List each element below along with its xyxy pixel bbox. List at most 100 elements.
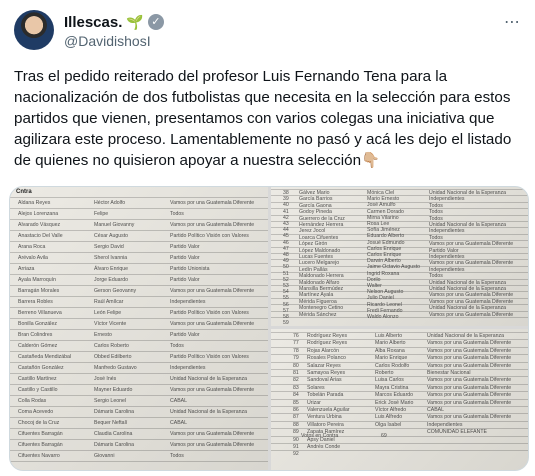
photo1-header: Cntra <box>16 189 32 195</box>
photo2.numbers-entry: 58 <box>283 314 289 320</box>
photo2.names-entry: Maldonado Alfaro <box>299 279 340 286</box>
photo3.parties-entry: Vamos por una Guatemala Diferente <box>427 377 512 384</box>
table-rule <box>10 406 268 407</box>
author-name-row[interactable]: Illescas. 🌱 ✓ <box>64 12 164 32</box>
photo2.numbers-entry: 47 <box>283 245 289 252</box>
table-rule <box>10 318 268 319</box>
photo1.names-entry: Castillo y Castillo <box>18 387 58 393</box>
photo1.parties-entry: Unidad Nacional de la Esperanza <box>170 409 247 415</box>
photo1.firsts-entry: Manuel Giovanny <box>94 222 135 228</box>
photo2.numbers-entry: 41 <box>283 208 289 215</box>
photo2.names-entry: Guerrero de la Cruz <box>299 215 345 222</box>
photo2.firsts-entry: Josué Edmundo <box>367 239 405 246</box>
photo3.names-entry: Urizar <box>307 399 321 406</box>
photo2.numbers-entry: 49 <box>283 258 289 265</box>
photo3.parties-entry: Vamos por una Guatemala Diferente <box>427 362 512 369</box>
photo1.names-entry: Colla Rodas <box>18 398 47 404</box>
photo3.parties-entry: Vamos por una Guatemala Diferente <box>427 399 512 406</box>
photo1.firsts-entry: Sergio David <box>94 244 124 250</box>
photo-list-1[interactable]: Cntra Aldana Reyes Alejos Lorenzana Alvara… <box>10 187 268 470</box>
photo1.firsts-entry: Sergio Leonel <box>94 398 127 404</box>
photo2.firsts-entry: Carlos Enrique <box>367 252 402 258</box>
photo2.parties-entry: Unidad Nacional de la Esperanza <box>429 286 506 292</box>
photo1.firsts-entry: Raúl Amílcar <box>94 299 124 305</box>
author-name[interactable]: Illescas. <box>64 14 122 31</box>
photo1.parties-entry: Vamos por una Guatemala Diferente <box>170 431 255 437</box>
photo3-footer-count: 69 <box>381 433 387 439</box>
photo3.parties-entry: Vamos por una Guatemala Diferente <box>427 347 512 354</box>
photo-list-3[interactable]: 76 77 78 79 80 81 82 83 84 85 86 87 88 89 90 91 92 Rodríg… <box>271 329 528 470</box>
photo1.names-entry: Bran Colindres <box>18 332 53 338</box>
photo2.parties-entry: Partido Valor <box>429 247 459 254</box>
photo2.firsts-entry: Eduardo Alberto <box>367 233 405 240</box>
photo1.parties-entry: Partido Político Visión con Valores <box>170 310 249 316</box>
table-rule <box>10 197 268 198</box>
photo2.firsts-entry: Jaime Octavio Augusto <box>367 264 421 271</box>
photo2.firsts-entry: José Arnulfo <box>367 202 396 209</box>
tweet-media-grid[interactable]: Cntra Aldana Reyes Alejos Lorenzana Alvara… <box>9 186 529 471</box>
photo2.parties-entry: Vamos por una Guatemala Diferente <box>429 292 514 299</box>
photo2.firsts-entry: Sofía Jiménez <box>367 227 400 234</box>
photo3.names-entry: Sandoval Arias <box>307 377 342 384</box>
photo1.firsts-entry: Álvaro Enrique <box>94 266 129 272</box>
photo1.parties-entry: Partido Valor <box>170 255 200 261</box>
photo1.firsts-entry: José Inés <box>94 376 117 382</box>
photo2.firsts-entry: Darwin Alberto <box>367 258 401 265</box>
table-rule <box>10 230 268 231</box>
photo1.names-entry: Anastacio Del Valle <box>18 233 63 239</box>
photo2.parties-entry: Unidad Nacional de la Esperanza <box>429 222 506 228</box>
photo1.firsts-entry: León Felipe <box>94 310 122 316</box>
photo1.names-entry: Arévalo Avila <box>18 255 48 261</box>
photo3.firsts-entry: Víctor Alfredo <box>375 407 407 413</box>
photo2.firsts-entry: Fredi Fernando <box>367 307 403 314</box>
photo3.names-entry: Rosales Polanco <box>307 355 346 362</box>
photo2.names-entry: García Gaona <box>299 202 332 209</box>
table-rule <box>10 296 268 297</box>
photo2.firsts-entry: Mónica Clel <box>367 190 395 196</box>
table-rule <box>271 450 528 452</box>
photo-list-2[interactable]: 38 39 40 41 42 43 44 45 46 47 48 49 50 51 52 53 54 55 56 57… <box>271 187 528 326</box>
photo3.numbers-entry: 82 <box>293 377 299 384</box>
photo1.firsts-entry: Obbed Edilberto <box>94 354 132 360</box>
photo1.firsts-entry: Giovanni <box>94 453 115 459</box>
photo2.parties-entry: Unidad Nacional de la Esperanza <box>429 305 506 312</box>
photo2.firsts-entry: Mario Ernesto <box>367 196 400 203</box>
photo1.parties-entry: Partido Unionista <box>170 266 210 272</box>
table-rule <box>10 329 268 330</box>
photo2.parties-entry: Todos <box>429 209 443 216</box>
photo2.firsts-entry: Waldo Alonzo <box>367 314 399 320</box>
photo2.names-entry: Godoy Pineda <box>299 209 332 216</box>
photo2.parties-entry: Todos <box>429 202 443 209</box>
photo2.names-entry: García Barrios <box>299 196 333 203</box>
author-avatar[interactable] <box>14 10 54 50</box>
table-rule <box>10 373 268 374</box>
photo2.parties-entry: Independientes <box>429 266 465 273</box>
photo1.names-entry: Ayala Marroquín <box>18 277 56 283</box>
tweet-header: Illescas. 🌱 ✓ @DavidishosI ⋯ <box>14 8 521 54</box>
photo3.names-entry: Villatoro Pereira <box>307 421 344 428</box>
photo3.names-entry: Ventura Urbina <box>307 414 342 421</box>
more-options-icon[interactable]: ⋯ <box>504 12 521 32</box>
photo1.names-entry: Barragán Morales <box>18 288 60 294</box>
photo2.names-entry: Ledín Pallás <box>299 266 328 273</box>
photo2.firsts-entry: Dorilo <box>367 276 381 283</box>
photo3.numbers-entry: 81 <box>293 370 299 376</box>
photo3.numbers-entry: 89 <box>293 429 299 436</box>
photo3.firsts-entry: Mario Enrique <box>375 355 408 362</box>
photo2.firsts-entry: Rosa Lee <box>367 221 390 227</box>
author-handle[interactable]: @DavidishosI <box>64 33 151 49</box>
table-rule <box>10 252 268 253</box>
photo3.names-entry: Rodríguez Reyes <box>307 340 348 347</box>
tweet-text: Tras el pedido reiterado del profesor Lu… <box>14 68 516 169</box>
photo1.parties-entry: Partido Valor <box>170 277 200 283</box>
photo1.parties-entry: Todos <box>170 453 184 459</box>
photo2.firsts-entry: Ingrid Roxana <box>367 270 400 277</box>
photo2.parties-entry: Unidad Nacional de la Esperanza <box>429 279 506 286</box>
photo1.firsts-entry: César Augusto <box>94 233 129 239</box>
photo2.parties-entry: Independientes <box>429 254 465 260</box>
photo2.parties-entry: Todos <box>429 234 443 241</box>
table-rule <box>10 274 268 275</box>
photo1.parties-entry: Partido Político Visión con Valores <box>170 233 249 239</box>
photo2.numbers-entry: 40 <box>283 202 289 209</box>
photo2.numbers-entry: 44 <box>283 227 289 234</box>
